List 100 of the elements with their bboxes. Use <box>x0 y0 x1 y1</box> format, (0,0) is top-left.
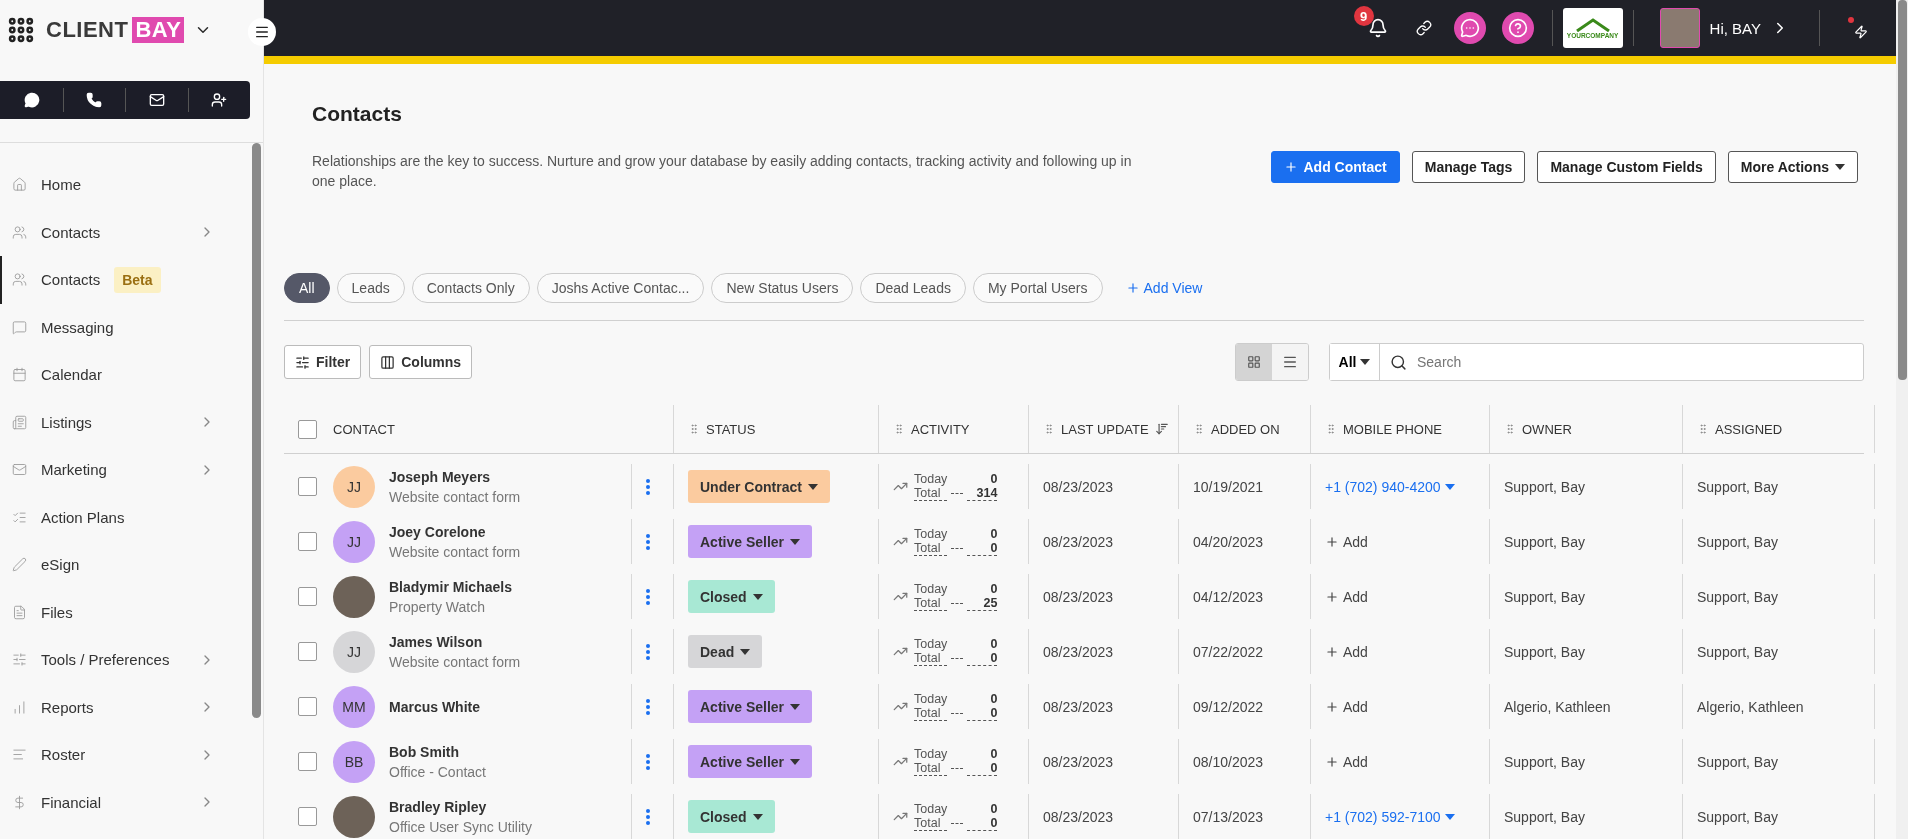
sidebar-item[interactable]: Messaging <box>0 303 263 351</box>
more-options-button[interactable] <box>646 698 650 715</box>
status-dropdown[interactable]: Active Seller <box>688 690 813 723</box>
drag-handle-icon[interactable] <box>893 423 905 435</box>
view-tab[interactable]: My Portal Users <box>972 273 1103 303</box>
user-menu-button[interactable]: Hi, BAY <box>1659 8 1789 48</box>
status-dropdown[interactable]: Closed <box>688 580 775 613</box>
sidebar-item[interactable]: Calendar <box>0 351 263 399</box>
add-phone-button[interactable]: Add <box>1325 698 1368 715</box>
status-dropdown[interactable]: Active Seller <box>688 525 813 558</box>
status-dropdown[interactable]: Under Contract <box>688 470 830 503</box>
drag-handle-icon[interactable] <box>1504 423 1516 435</box>
app-grid-icon[interactable] <box>6 15 36 45</box>
sidebar-item[interactable]: Files <box>0 588 263 636</box>
table-cell: Support, Bay <box>1683 629 1875 674</box>
contact-name[interactable]: Joseph Meyers <box>389 468 521 485</box>
collapse-sidebar-button[interactable] <box>248 18 276 46</box>
drag-handle-icon[interactable] <box>1043 423 1055 435</box>
view-tab[interactable]: Leads <box>336 273 405 303</box>
view-tab[interactable]: All <box>284 273 330 303</box>
column-header[interactable]: ACTIVITY <box>879 405 1029 453</box>
bell-icon <box>1367 18 1388 38</box>
checkbox[interactable] <box>298 532 317 551</box>
list-view-button[interactable] <box>1272 344 1308 380</box>
status-dropdown[interactable]: Dead <box>688 635 763 668</box>
more-options-button[interactable] <box>646 588 650 605</box>
scrollbar[interactable] <box>252 143 261 718</box>
bar-chart-icon <box>12 699 27 715</box>
view-tab[interactable]: Dead Leads <box>860 273 966 303</box>
checkbox[interactable] <box>298 807 317 826</box>
view-tab[interactable]: Joshs Active Contac... <box>536 273 705 303</box>
more-options-button[interactable] <box>646 478 650 495</box>
phone-link[interactable]: +1 (702) 940-4200 <box>1325 478 1455 495</box>
column-header[interactable]: OWNER <box>1490 405 1683 453</box>
add-contact-button[interactable]: Add Contact <box>1270 151 1400 183</box>
view-tab[interactable]: New Status Users <box>711 273 854 303</box>
contact-name[interactable]: Joey Corelone <box>389 523 521 540</box>
contact-name[interactable]: Bladymir Michaels <box>389 578 512 595</box>
link-button[interactable] <box>1415 20 1432 36</box>
more-options-button[interactable] <box>646 753 650 770</box>
status-dropdown[interactable]: Active Seller <box>688 745 813 778</box>
column-header[interactable]: LAST UPDATE <box>1029 405 1179 453</box>
notifications-button[interactable] <box>1367 18 1388 38</box>
header-button[interactable]: Manage Custom Fields <box>1537 151 1716 183</box>
view-tab[interactable]: Contacts Only <box>411 273 530 303</box>
status-dropdown[interactable]: Closed <box>688 800 775 833</box>
checkbox[interactable] <box>298 587 317 606</box>
sidebar-item[interactable]: Home <box>0 161 263 209</box>
phone-link[interactable]: +1 (702) 592-7100 <box>1325 808 1455 825</box>
column-header[interactable]: ADDED ON <box>1179 405 1311 453</box>
contact-name[interactable]: Bob Smith <box>389 743 486 760</box>
sidebar-item[interactable]: Marketing <box>0 446 263 494</box>
sidebar-item[interactable]: Listings <box>0 398 263 446</box>
drag-handle-icon[interactable] <box>1325 423 1337 435</box>
activity-summary: Today 0 Total 0 <box>914 637 998 666</box>
checkbox[interactable] <box>298 642 317 661</box>
checkbox[interactable] <box>298 697 317 716</box>
column-header[interactable]: ASSIGNED <box>1683 405 1875 453</box>
column-header[interactable]: MOBILE PHONE <box>1311 405 1490 453</box>
filter-button[interactable]: Filter <box>284 345 362 379</box>
checkbox[interactable] <box>298 419 317 439</box>
grid-view-button[interactable] <box>1236 344 1272 380</box>
checkbox[interactable] <box>298 752 317 771</box>
sidebar-item[interactable]: eSign <box>0 541 263 589</box>
add-phone-button[interactable]: Add <box>1325 533 1368 550</box>
people-icon <box>12 224 27 240</box>
contact-name[interactable]: James Wilson <box>389 633 521 650</box>
caret-icon <box>752 593 763 600</box>
sidebar-item[interactable]: Roster <box>0 731 263 779</box>
sidebar-item[interactable]: Reports <box>0 683 263 731</box>
scrollbar[interactable] <box>1898 0 1907 380</box>
activity-summary: Today 0 Total 25 <box>914 582 998 611</box>
header-button[interactable]: Manage Tags <box>1411 151 1526 183</box>
add-phone-button[interactable]: Add <box>1325 753 1368 770</box>
contact-name[interactable]: Bradley Ripley <box>389 798 532 815</box>
contact-source: Website contact form <box>389 653 521 670</box>
lightning-icon[interactable] <box>1848 17 1868 39</box>
sidebar-item[interactable]: Contacts <box>0 208 263 256</box>
drag-handle-icon[interactable] <box>1193 423 1205 435</box>
drag-handle-icon[interactable] <box>688 423 700 435</box>
help-button[interactable] <box>1501 12 1534 44</box>
more-options-button[interactable] <box>646 643 650 660</box>
more-options-button[interactable] <box>646 533 650 550</box>
chat-button[interactable] <box>1453 12 1486 44</box>
add-phone-button[interactable]: Add <box>1325 588 1368 605</box>
contact-name[interactable]: Marcus White <box>389 698 480 715</box>
add-phone-button[interactable]: Add <box>1325 643 1368 660</box>
sidebar-item[interactable]: Action Plans <box>0 493 263 541</box>
drag-handle-icon[interactable] <box>1697 423 1709 435</box>
column-header[interactable]: STATUS <box>674 405 879 453</box>
sidebar-item[interactable]: Financial <box>0 778 263 826</box>
column-header[interactable]: CONTACT <box>284 405 674 453</box>
more-options-button[interactable] <box>646 808 650 825</box>
more-actions-button[interactable]: More Actions <box>1727 151 1858 183</box>
columns-button[interactable]: Columns <box>369 345 473 379</box>
mail-icon <box>12 462 27 478</box>
table-cell: Algerio, Kathleen <box>1490 684 1683 729</box>
sidebar-item[interactable]: Tools / Preferences <box>0 636 263 684</box>
add-view-link[interactable]: Add View <box>1119 279 1209 297</box>
checkbox[interactable] <box>298 477 317 496</box>
